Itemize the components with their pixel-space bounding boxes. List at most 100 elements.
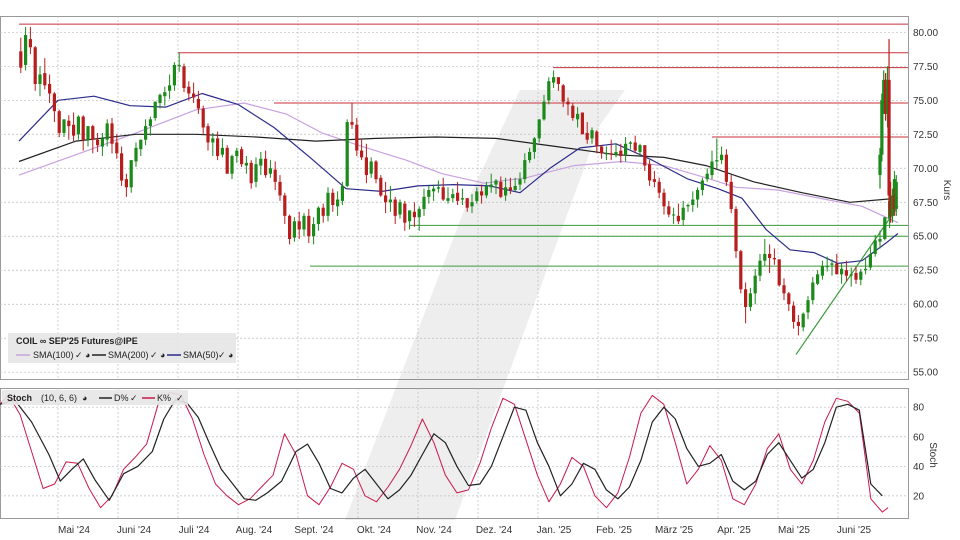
candle-body bbox=[412, 211, 416, 218]
candle-body bbox=[528, 151, 532, 161]
candle-body bbox=[432, 188, 436, 192]
x-axis-ticks: Mai '24 Juni '24 Juli '24 Aug. '24 Sept. '24… bbox=[58, 525, 871, 536]
candle-body bbox=[547, 81, 551, 101]
candle-body bbox=[206, 126, 210, 143]
candle-body bbox=[254, 164, 258, 182]
candle-body bbox=[153, 101, 157, 118]
candle-body bbox=[192, 93, 196, 98]
x-tick-label: Dez. '24 bbox=[476, 525, 513, 536]
candle-body bbox=[81, 116, 85, 140]
candle-body bbox=[590, 130, 594, 139]
candle-body bbox=[513, 185, 517, 191]
candle-body bbox=[177, 64, 181, 67]
stoch-axis-ticks: 20 40 60 80 bbox=[913, 403, 925, 503]
candle-body bbox=[326, 192, 330, 216]
candle-body bbox=[264, 158, 268, 176]
candle-body bbox=[777, 259, 781, 286]
candle-body bbox=[792, 305, 796, 322]
candle-body bbox=[19, 51, 23, 68]
candle-body bbox=[619, 150, 623, 157]
candle-body bbox=[48, 83, 52, 94]
candle-body bbox=[734, 209, 738, 252]
candle-body bbox=[508, 187, 512, 191]
candle-body bbox=[624, 143, 628, 155]
candle-body bbox=[288, 215, 292, 239]
candle-body bbox=[676, 215, 680, 222]
legend-check-icon[interactable]: ◕ bbox=[82, 393, 87, 403]
legend-check-icon[interactable]: ✓ ◕ bbox=[150, 350, 165, 360]
candle-body bbox=[556, 77, 560, 84]
price-tick-label: 60.00 bbox=[913, 300, 938, 311]
candle-body bbox=[686, 204, 690, 207]
candle-body bbox=[292, 221, 296, 238]
candle-body bbox=[302, 215, 306, 230]
candle-body bbox=[883, 217, 887, 239]
candle-body bbox=[134, 147, 138, 162]
candle-body bbox=[345, 122, 349, 186]
candle-body bbox=[705, 173, 709, 180]
candle-body bbox=[139, 139, 143, 150]
candle-body bbox=[614, 151, 618, 155]
legend-instrument: COIL ∞ SEP'25 Futures@IPE bbox=[16, 336, 138, 346]
candle-body bbox=[379, 177, 383, 196]
candle-body bbox=[340, 185, 344, 201]
price-axis-ticks: 55.00 57.50 60.00 62.50 65.00 67.50 70.00 72.50… bbox=[913, 28, 938, 379]
candle-body bbox=[532, 138, 536, 152]
candle-body bbox=[696, 190, 700, 200]
price-tick-label: 70.00 bbox=[913, 164, 938, 175]
candle-body bbox=[489, 184, 493, 188]
x-tick-label: Nov. '24 bbox=[416, 525, 452, 536]
candle-body bbox=[633, 142, 637, 151]
candle-body bbox=[710, 161, 714, 176]
candle-body bbox=[216, 138, 220, 157]
candle-body bbox=[484, 185, 488, 196]
candle-body bbox=[244, 162, 248, 166]
candle-body bbox=[427, 190, 431, 197]
x-tick-label: März '25 bbox=[655, 525, 693, 536]
x-tick-label: Juni '24 bbox=[117, 525, 152, 536]
x-tick-label: Juni '25 bbox=[837, 525, 872, 536]
candle-body bbox=[494, 180, 498, 185]
candle-body bbox=[105, 123, 109, 140]
candle-body bbox=[753, 275, 757, 294]
legend-k: K% bbox=[157, 393, 171, 403]
candle-body bbox=[144, 126, 148, 140]
candle-body bbox=[552, 77, 556, 83]
candle-body bbox=[662, 192, 666, 207]
candle-body bbox=[864, 268, 868, 271]
candle-body bbox=[235, 150, 239, 157]
candle-body bbox=[451, 194, 455, 199]
legend-check-icon[interactable]: ✓ ◕ bbox=[218, 350, 233, 360]
candle-body bbox=[585, 132, 589, 140]
candle-body bbox=[475, 191, 479, 201]
candle-body bbox=[364, 157, 368, 176]
candle-body bbox=[196, 98, 200, 109]
candle-body bbox=[283, 195, 287, 216]
candle-body bbox=[571, 105, 575, 118]
legend-check-icon[interactable]: ✓ ◕ bbox=[75, 350, 90, 360]
candle-body bbox=[873, 240, 877, 254]
candle-body bbox=[600, 146, 604, 154]
price-axis-title: Kurs bbox=[941, 180, 952, 201]
candle-body bbox=[225, 147, 229, 174]
candle-body bbox=[772, 258, 776, 260]
candle-body bbox=[648, 164, 652, 181]
candle-body bbox=[259, 158, 263, 166]
price-tick-label: 65.00 bbox=[913, 232, 938, 243]
candle-body bbox=[796, 321, 800, 326]
candle-body bbox=[758, 260, 762, 276]
legend-sma200: SMA(200) bbox=[108, 350, 149, 360]
legend-check-icon[interactable]: ✓ bbox=[130, 393, 138, 403]
candle-body bbox=[887, 79, 891, 196]
candle-body bbox=[374, 161, 378, 180]
legend-check-icon[interactable]: ✓ bbox=[176, 393, 184, 403]
candle-body bbox=[878, 154, 882, 176]
candle-body bbox=[816, 274, 820, 284]
candle-body bbox=[652, 179, 656, 182]
candle-body bbox=[422, 196, 426, 210]
price-tick-label: 75.00 bbox=[913, 96, 938, 107]
candle-body bbox=[72, 124, 76, 136]
candle-body bbox=[811, 282, 815, 301]
candle-body bbox=[580, 112, 584, 135]
candle-body bbox=[748, 293, 752, 307]
